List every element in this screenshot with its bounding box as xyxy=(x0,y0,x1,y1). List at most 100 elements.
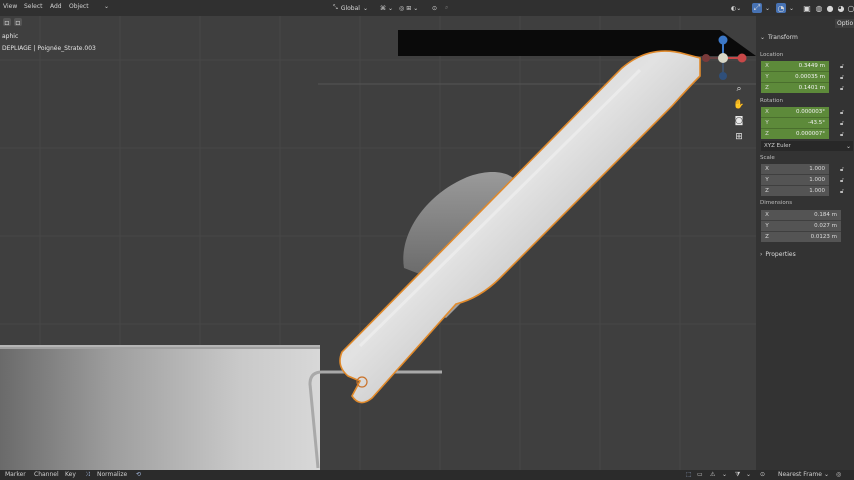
rotation-fields: X 0.000003° Y -43.5° Z 0.000007° xyxy=(761,107,829,139)
scale-y-value: 1.000 xyxy=(809,177,825,183)
scale-x-field[interactable]: X 1.000 xyxy=(761,164,829,174)
axis-label: Z xyxy=(765,85,769,91)
xray-icon[interactable]: ▣ xyxy=(802,3,812,13)
chevron-down-icon[interactable]: ⌄ xyxy=(722,471,727,478)
gizmo-z-axis xyxy=(718,35,728,45)
overlays-dropdown-chevron-icon[interactable]: ⌄ xyxy=(789,3,794,13)
rotation-mode-dropdown[interactable]: XYZ Euler ⌄ xyxy=(761,141,853,151)
rendered-shading-icon[interactable]: ○ xyxy=(846,3,854,13)
pivot-dropdown[interactable]: ⌘ ⌄ xyxy=(380,3,393,13)
normalize-toggle-icon[interactable]: ⤨ xyxy=(85,471,90,479)
menu-channel[interactable]: Channel xyxy=(34,471,59,478)
solid-shading-icon[interactable]: ● xyxy=(825,3,835,13)
menu-marker[interactable]: Marker xyxy=(5,471,26,478)
interpolation-dropdown[interactable]: Nearest Frame xyxy=(778,471,822,478)
lock-icon[interactable]: 🔓︎ xyxy=(838,107,846,118)
menu-add[interactable]: Add xyxy=(50,3,62,10)
scale-z-value: 1.000 xyxy=(809,188,825,194)
collapse-chevron-icon[interactable]: ⌄ xyxy=(104,3,109,10)
scale-fields: X 1.000 Y 1.000 Z 1.000 xyxy=(761,164,829,196)
transform-panel-header[interactable]: ⌄ Transform xyxy=(760,34,798,41)
menu-view[interactable]: View xyxy=(3,3,17,10)
visibility-dropdown[interactable]: ◐ ⌄ xyxy=(731,3,741,13)
lock-icon[interactable]: 🔓︎ xyxy=(838,72,846,83)
viewport-info-line1: aphic xyxy=(2,33,19,40)
dimensions-z-value: 0.0123 m xyxy=(810,234,837,240)
rotation-y-value: -43.5° xyxy=(808,120,825,126)
dimensions-x-value: 0.184 m xyxy=(814,212,837,218)
menu-key[interactable]: Key xyxy=(65,471,76,478)
errors-icon[interactable]: ⚠ xyxy=(710,471,715,478)
menu-object[interactable]: Object xyxy=(69,3,89,10)
lock-icon[interactable]: 🔓︎ xyxy=(838,186,846,197)
axis-label: Y xyxy=(765,120,769,126)
chevron-down-icon: ⌄ xyxy=(362,4,368,12)
chevron-down-icon[interactable]: ⌄ xyxy=(746,471,751,478)
falloff-icon: ⌕ xyxy=(445,4,449,11)
expand-chevron-right-icon: › xyxy=(760,251,763,258)
transform-title: Transform xyxy=(768,34,798,41)
box-object xyxy=(0,348,320,470)
proportional-icon[interactable]: ◎ xyxy=(836,471,841,478)
chevron-down-icon: ⌄ xyxy=(388,4,394,12)
axis-label: X xyxy=(765,166,769,172)
menu-select[interactable]: Select xyxy=(24,3,43,10)
scale-y-field[interactable]: Y 1.000 xyxy=(761,174,829,185)
tab-options[interactable]: Optio xyxy=(835,19,854,28)
gizmo-toggle-icon[interactable]: ⤢ xyxy=(752,3,762,13)
properties-panel-header[interactable]: › Properties xyxy=(760,251,796,258)
material-shading-icon[interactable]: ◕ xyxy=(836,3,846,13)
pan-hand-icon[interactable]: ✋ xyxy=(733,99,745,111)
gizmo-dropdown-chevron-icon[interactable]: ⌄ xyxy=(765,3,770,13)
lock-icon[interactable]: 🔓︎ xyxy=(838,118,846,129)
filter-funnel-icon[interactable]: ⧩ xyxy=(735,471,740,479)
rotation-label: Rotation xyxy=(760,98,784,104)
location-label: Location xyxy=(760,52,784,58)
proportional-falloff-button[interactable]: ⌕ xyxy=(445,3,448,13)
axis-label: X xyxy=(765,109,769,115)
rotation-z-field[interactable]: Z 0.000007° xyxy=(761,128,829,139)
location-z-field[interactable]: Z 0.1401 m xyxy=(761,82,829,93)
snap-icon[interactable]: ⊙ xyxy=(760,471,765,478)
lock-icon[interactable]: 🔓︎ xyxy=(838,175,846,186)
editor-type-icon[interactable]: ▫ xyxy=(3,18,11,27)
only-selected-icon[interactable]: ⬚ xyxy=(686,471,692,478)
viewport-scene xyxy=(0,16,756,470)
location-y-field[interactable]: Y 0.00035 m xyxy=(761,71,829,82)
dimensions-fields: X 0.184 m Y 0.027 m Z 0.0123 m xyxy=(761,210,841,242)
gizmo-x-axis xyxy=(737,53,747,63)
zoom-icon[interactable]: ⌕ xyxy=(733,83,745,95)
proportional-edit-button[interactable]: ⊙ xyxy=(432,3,437,13)
scale-z-field[interactable]: Z 1.000 xyxy=(761,185,829,196)
snap-dropdown[interactable]: ◎ ⊞ ⌄ xyxy=(399,3,418,13)
rotation-z-value: 0.000007° xyxy=(796,131,825,137)
sidebar-n-panel: Optio ⌄ Transform Location X 0.3449 m Y 0.… xyxy=(756,16,854,470)
overlays-icon[interactable]: ◔ xyxy=(776,3,786,13)
mode-icon[interactable]: ▫ xyxy=(14,18,22,27)
dimensions-z-field[interactable]: Z 0.0123 m xyxy=(761,231,841,242)
rotation-x-field[interactable]: X 0.000003° xyxy=(761,107,829,117)
show-hidden-icon[interactable]: ▭ xyxy=(697,471,703,478)
wireframe-shading-icon[interactable]: ◍ xyxy=(814,3,824,13)
orientation-dropdown[interactable]: ⤡ Global ⌄ xyxy=(333,3,368,13)
chevron-down-icon[interactable]: ⌄ xyxy=(824,471,829,478)
filters-icon[interactable]: ⟲ xyxy=(136,471,141,478)
properties-title: Properties xyxy=(765,251,796,258)
location-x-field[interactable]: X 0.3449 m xyxy=(761,61,829,71)
axis-label: Y xyxy=(765,177,769,183)
dimensions-label: Dimensions xyxy=(760,200,793,206)
rotation-locks: 🔓︎ 🔓︎ 🔓︎ xyxy=(838,107,846,140)
lock-icon[interactable]: 🔓︎ xyxy=(838,164,846,175)
camera-view-icon[interactable]: ◙ xyxy=(733,115,745,127)
lock-icon[interactable]: 🔓︎ xyxy=(838,129,846,140)
navigation-gizmo[interactable] xyxy=(700,32,750,84)
3d-viewport[interactable]: aphic DEPLIAGE | Poignée_Strate.003 ▫ ▫ … xyxy=(0,16,756,470)
lock-icon[interactable]: 🔓︎ xyxy=(838,61,846,72)
dimensions-y-field[interactable]: Y 0.027 m xyxy=(761,220,841,231)
dimensions-x-field[interactable]: X 0.184 m xyxy=(761,210,841,220)
location-x-value: 0.3449 m xyxy=(798,63,825,69)
normalize-toggle[interactable]: Normalize xyxy=(97,471,127,478)
rotation-y-field[interactable]: Y -43.5° xyxy=(761,117,829,128)
perspective-grid-icon[interactable]: ⊞ xyxy=(733,131,745,143)
lock-icon[interactable]: 🔓︎ xyxy=(838,83,846,94)
